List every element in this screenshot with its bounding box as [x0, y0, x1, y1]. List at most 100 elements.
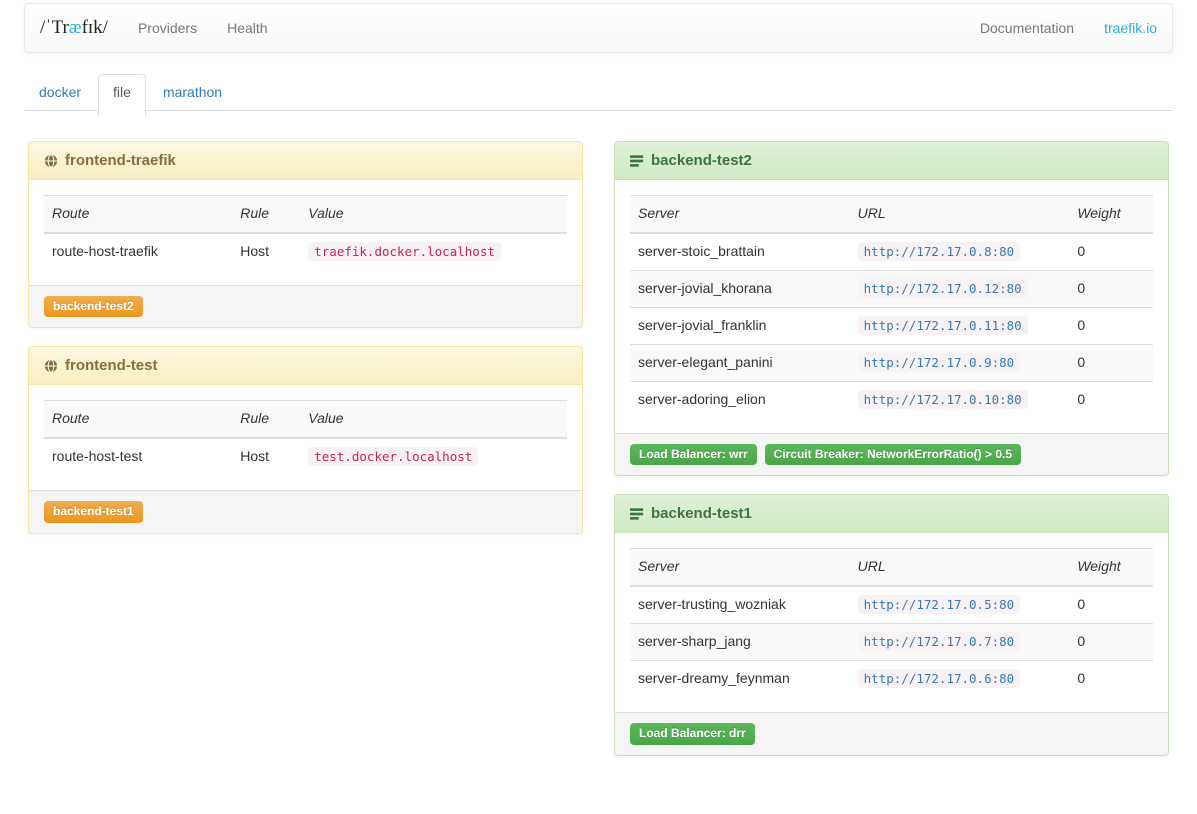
navbar-spacer — [283, 4, 965, 52]
panel-title: frontend-traefik — [65, 152, 176, 169]
server-name: server-jovial_khorana — [630, 270, 850, 307]
route-rule: Host — [232, 438, 300, 475]
server-weight: 0 — [1069, 270, 1153, 307]
table-header-row: Route Rule Value — [44, 196, 567, 233]
load-balancer-badge: Load Balancer: wrr — [630, 444, 757, 465]
panel-heading: backend-test1 — [615, 495, 1168, 533]
server-weight: 0 — [1069, 307, 1153, 344]
panel-backend-test1: backend-test1 Server URL Weight server-t… — [614, 494, 1169, 755]
server-name: server-trusting_wozniak — [630, 586, 850, 623]
col-weight: Weight — [1069, 549, 1153, 586]
table-row: server-dreamy_feynman http://172.17.0.6:… — [630, 661, 1153, 697]
col-rule: Rule — [232, 401, 300, 438]
backend-badge: backend-test1 — [44, 501, 143, 522]
server-url-link[interactable]: http://172.17.0.6:80 — [858, 669, 1021, 688]
server-url-link[interactable]: http://172.17.0.7:80 — [858, 632, 1021, 651]
nav-traefik-io[interactable]: traefik.io — [1089, 4, 1172, 52]
panel-frontend-traefik: frontend-traefik Route Rule Value route-… — [28, 141, 583, 328]
panel-footer: Load Balancer: drr — [615, 712, 1168, 754]
circuit-breaker-badge: Circuit Breaker: NetworkErrorRatio() > 0… — [765, 444, 1021, 465]
panel-title: backend-test2 — [651, 152, 752, 169]
col-value: Value — [300, 196, 567, 233]
server-weight: 0 — [1069, 344, 1153, 381]
main-content: frontend-traefik Route Rule Value route-… — [0, 111, 1197, 814]
col-route: Route — [44, 401, 232, 438]
table-header-row: Route Rule Value — [44, 401, 567, 438]
table-row: server-jovial_khorana http://172.17.0.12… — [630, 270, 1153, 307]
table-header-row: Server URL Weight — [630, 196, 1153, 233]
frontends-column: frontend-traefik Route Rule Value route-… — [28, 141, 583, 552]
server-url-link[interactable]: http://172.17.0.10:80 — [858, 390, 1028, 409]
server-name: server-dreamy_feynman — [630, 661, 850, 697]
load-balancer-badge: Load Balancer: drr — [630, 723, 755, 744]
route-value-code: traefik.docker.localhost — [308, 242, 501, 261]
backends-column: backend-test2 Server URL Weight server-s… — [614, 141, 1169, 774]
server-url-link[interactable]: http://172.17.0.11:80 — [858, 316, 1028, 335]
panel-frontend-test: frontend-test Route Rule Value route-hos… — [28, 346, 583, 533]
panel-footer: backend-test1 — [29, 490, 582, 532]
panel-body: Server URL Weight server-stoic_brattain … — [615, 180, 1168, 433]
tasks-icon — [630, 154, 644, 168]
server-name: server-stoic_brattain — [630, 233, 850, 270]
routes-table: Route Rule Value route-host-test Host te… — [44, 400, 567, 475]
panel-body: Server URL Weight server-trusting_woznia… — [615, 533, 1168, 712]
panel-footer: Load Balancer: wrr Circuit Breaker: Netw… — [615, 433, 1168, 475]
table-row: server-trusting_wozniak http://172.17.0.… — [630, 586, 1153, 623]
panel-backend-test2: backend-test2 Server URL Weight server-s… — [614, 141, 1169, 476]
server-weight: 0 — [1069, 381, 1153, 417]
server-weight: 0 — [1069, 624, 1153, 661]
panel-title: backend-test1 — [651, 505, 752, 522]
servers-table: Server URL Weight server-stoic_brattain … — [630, 195, 1153, 418]
server-weight: 0 — [1069, 233, 1153, 270]
server-name: server-elegant_panini — [630, 344, 850, 381]
server-url-link[interactable]: http://172.17.0.5:80 — [858, 595, 1021, 614]
table-header-row: Server URL Weight — [630, 549, 1153, 586]
route-name: route-host-test — [44, 438, 232, 475]
server-name: server-adoring_elion — [630, 381, 850, 417]
server-url-link[interactable]: http://172.17.0.9:80 — [858, 353, 1021, 372]
col-url: URL — [850, 549, 1070, 586]
navbar: /ˈTræfɪk/ Providers Health Documentation… — [24, 3, 1173, 53]
brand-accent-letter: æ — [69, 17, 82, 39]
col-rule: Rule — [232, 196, 300, 233]
col-route: Route — [44, 196, 232, 233]
brand-logo[interactable]: /ˈTræfɪk/ — [25, 4, 123, 52]
nav-providers[interactable]: Providers — [123, 4, 212, 52]
table-row: route-host-test Host test.docker.localho… — [44, 438, 567, 475]
col-server: Server — [630, 196, 850, 233]
nav-documentation[interactable]: Documentation — [965, 4, 1089, 52]
brand-prefix: /ˈTr — [40, 17, 69, 39]
nav-health[interactable]: Health — [212, 4, 282, 52]
backend-badge: backend-test2 — [44, 296, 143, 317]
panel-heading: frontend-test — [29, 347, 582, 385]
servers-table: Server URL Weight server-trusting_woznia… — [630, 548, 1153, 697]
panel-heading: backend-test2 — [615, 142, 1168, 180]
route-rule: Host — [232, 233, 300, 270]
table-row: server-adoring_elion http://172.17.0.10:… — [630, 381, 1153, 417]
panel-body: Route Rule Value route-host-traefik Host… — [29, 180, 582, 285]
tab-file[interactable]: file — [98, 74, 146, 117]
route-value-code: test.docker.localhost — [308, 447, 478, 466]
server-name: server-sharp_jang — [630, 624, 850, 661]
table-row: server-elegant_panini http://172.17.0.9:… — [630, 344, 1153, 381]
globe-icon — [44, 359, 58, 373]
route-name: route-host-traefik — [44, 233, 232, 270]
server-weight: 0 — [1069, 586, 1153, 623]
table-row: server-jovial_franklin http://172.17.0.1… — [630, 307, 1153, 344]
col-value: Value — [300, 401, 567, 438]
panel-body: Route Rule Value route-host-test Host te… — [29, 385, 582, 490]
server-weight: 0 — [1069, 661, 1153, 697]
server-url-link[interactable]: http://172.17.0.8:80 — [858, 242, 1021, 261]
col-server: Server — [630, 549, 850, 586]
server-url-link[interactable]: http://172.17.0.12:80 — [858, 279, 1028, 298]
table-row: server-stoic_brattain http://172.17.0.8:… — [630, 233, 1153, 270]
provider-tabs: docker file marathon — [24, 74, 1173, 111]
table-row: server-sharp_jang http://172.17.0.7:80 0 — [630, 624, 1153, 661]
tab-docker[interactable]: docker — [24, 74, 96, 110]
globe-icon — [44, 154, 58, 168]
routes-table: Route Rule Value route-host-traefik Host… — [44, 195, 567, 270]
table-row: route-host-traefik Host traefik.docker.l… — [44, 233, 567, 270]
tab-marathon[interactable]: marathon — [148, 74, 237, 110]
server-name: server-jovial_franklin — [630, 307, 850, 344]
col-url: URL — [850, 196, 1070, 233]
